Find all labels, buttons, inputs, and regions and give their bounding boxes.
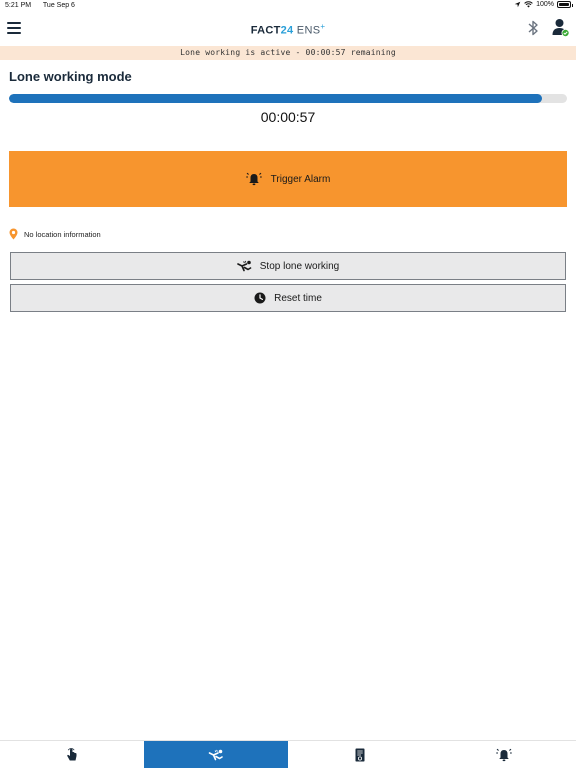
lone-working-status-banner: Lone working is active - 00:00:57 remain… bbox=[0, 46, 576, 60]
wifi-icon bbox=[524, 1, 533, 8]
brand-logo: FACT24 ENS+ bbox=[250, 22, 326, 37]
battery-percent: 100% bbox=[536, 1, 554, 8]
person-falling-icon bbox=[236, 260, 252, 272]
app-header: FACT24 ENS+ bbox=[0, 12, 576, 46]
bottom-tab-bar bbox=[0, 740, 576, 768]
alarm-bell-icon bbox=[496, 748, 512, 762]
stop-lone-working-label: Stop lone working bbox=[259, 260, 340, 272]
alarm-bell-icon bbox=[245, 172, 262, 186]
hand-tap-icon bbox=[67, 748, 77, 761]
tab-document[interactable] bbox=[288, 741, 432, 768]
stop-lone-working-button[interactable]: Stop lone working bbox=[10, 252, 566, 280]
countdown-timer: 00:00:57 bbox=[260, 109, 316, 125]
clock-icon bbox=[254, 292, 266, 304]
trigger-alarm-label: Trigger Alarm bbox=[270, 173, 331, 185]
status-bar: 5:21 PM Tue Sep 6 100% bbox=[0, 0, 576, 12]
user-profile-icon[interactable] bbox=[552, 18, 570, 38]
reset-time-button[interactable]: Reset time bbox=[10, 284, 566, 312]
location-info: No location information bbox=[9, 228, 101, 240]
page-title: Lone working mode bbox=[9, 69, 132, 84]
location-arrow-icon bbox=[514, 1, 521, 8]
tab-lone-worker[interactable] bbox=[144, 741, 288, 768]
tab-hand-tap[interactable] bbox=[0, 741, 144, 768]
status-time: 5:21 PM bbox=[5, 2, 32, 9]
lone-worker-icon bbox=[208, 749, 223, 761]
countdown-progress-fill bbox=[9, 94, 542, 103]
trigger-alarm-button[interactable]: Trigger Alarm bbox=[9, 151, 567, 207]
battery-icon bbox=[557, 1, 573, 8]
location-text: No location information bbox=[24, 229, 101, 239]
location-pin-icon bbox=[9, 228, 18, 240]
countdown-progress-bar bbox=[9, 94, 567, 103]
status-date: Tue Sep 6 bbox=[42, 2, 75, 9]
bluetooth-icon[interactable] bbox=[526, 19, 540, 37]
tab-alarm[interactable] bbox=[432, 741, 576, 768]
reset-time-label: Reset time bbox=[274, 292, 322, 304]
document-icon bbox=[355, 748, 365, 762]
